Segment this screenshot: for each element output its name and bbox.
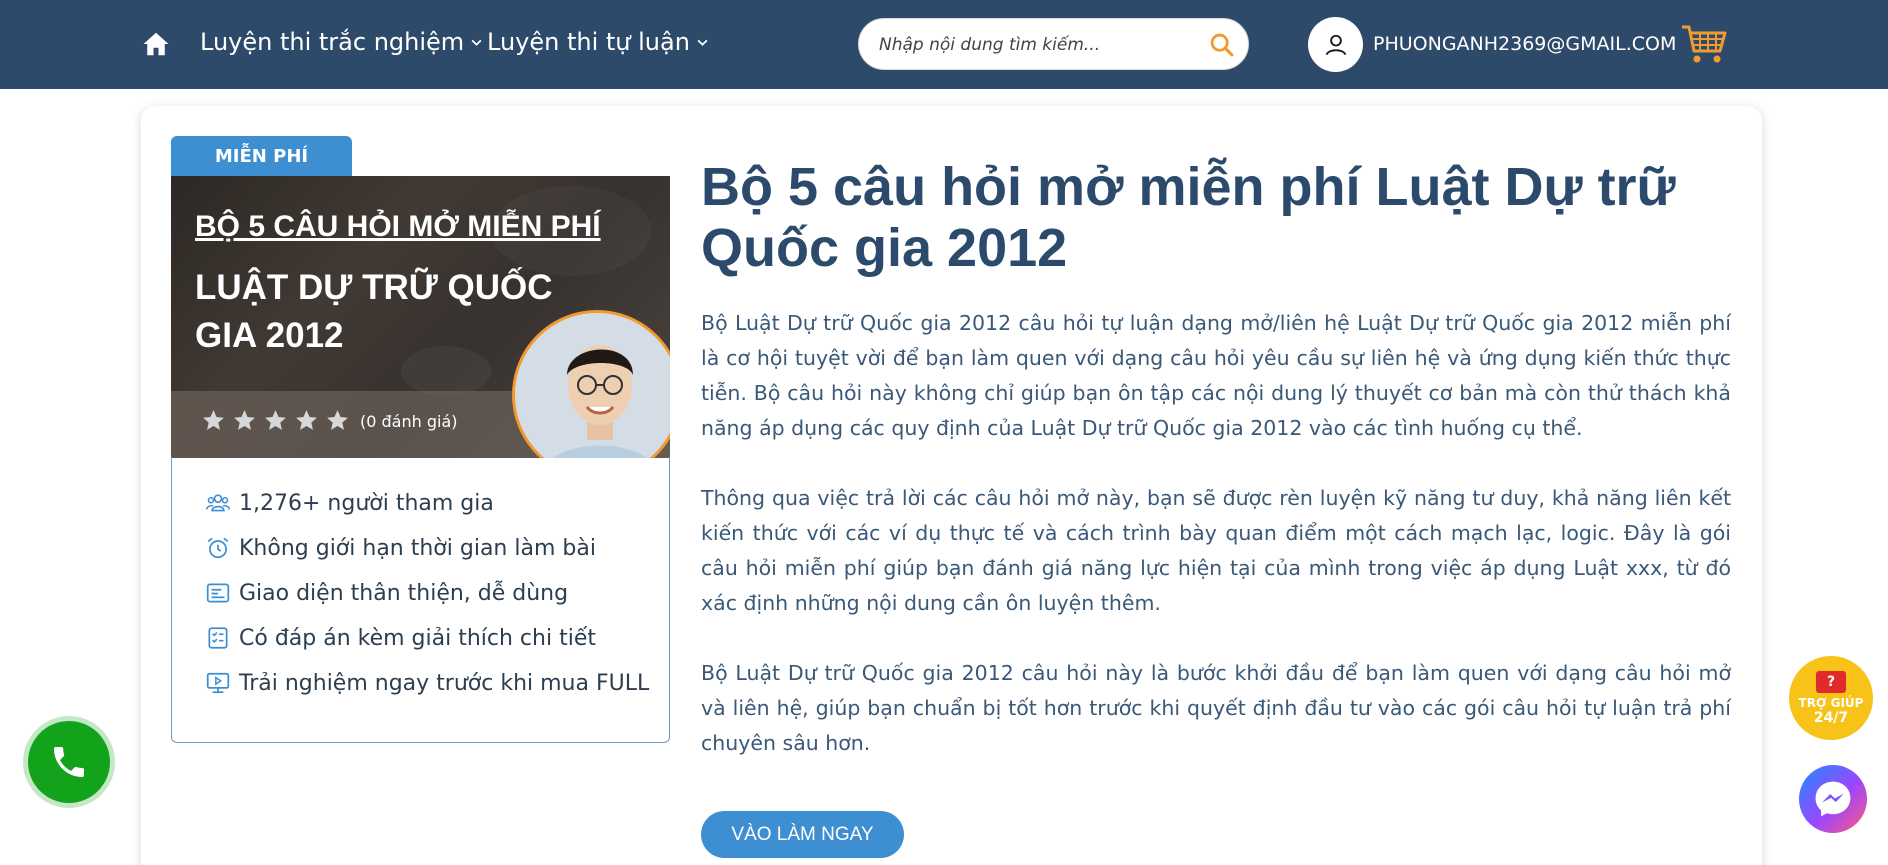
star-icon [234, 410, 255, 430]
description-paragraph: Bộ Luật Dự trữ Quốc gia 2012 câu hỏi này… [701, 661, 1731, 755]
page-title: Bộ 5 câu hỏi mở miễn phí Luật Dự trữ Quố… [701, 157, 1676, 278]
user-avatar-button[interactable] [1308, 17, 1363, 72]
nav-label: Luyện thi trắc nghiệm [200, 28, 465, 56]
feature-label: Có đáp án kèm giải thích chi tiết [239, 625, 596, 651]
banner-title-line1: BỘ 5 CÂU HỎI MỞ MIỄN PHÍ [195, 210, 601, 243]
star-icon [327, 410, 348, 430]
search-icon [1210, 33, 1234, 57]
cart-icon[interactable] [1680, 23, 1728, 65]
nav-luyen-thi-trac-nghiem[interactable]: Luyện thi trắc nghiệm [200, 28, 483, 56]
messenger-icon [1815, 781, 1851, 817]
checklist-icon [208, 627, 228, 649]
screen-play-icon [206, 672, 230, 694]
instructor-portrait [515, 313, 670, 458]
home-icon[interactable] [141, 29, 171, 59]
feature-label: Giao diện thân thiện, dễ dùng [239, 580, 569, 606]
feature-list: 1,276+ người tham gia Không giới hạn thờ… [171, 457, 670, 743]
start-now-button[interactable]: VÀO LÀM NGAY [701, 811, 904, 858]
chevron-down-icon [697, 39, 708, 46]
free-badge: MIỄN PHÍ [171, 136, 352, 177]
search-box [858, 18, 1249, 70]
feature-label: 1,276+ người tham gia [239, 490, 494, 516]
star-icon [203, 410, 224, 430]
help-hours: 24/7 [1813, 709, 1849, 726]
phone-call-button[interactable] [28, 721, 110, 803]
search-input[interactable] [879, 31, 1179, 59]
chevron-down-icon [471, 39, 482, 46]
description-paragraph: Thông qua việc trả lời các câu hỏi mở nà… [701, 486, 1731, 615]
help-24-7-button[interactable]: ? TRỢ GIÚP 24/7 [1789, 656, 1873, 740]
user-icon [1325, 34, 1346, 55]
top-navbar: Luyện thi trắc nghiệm Luyện thi tự luận … [0, 0, 1888, 89]
phone-icon [54, 747, 84, 777]
star-icon [265, 410, 286, 430]
messenger-button[interactable] [1799, 765, 1867, 833]
feature-label: Trải nghiệm ngay trước khi mua FULL [239, 670, 650, 696]
nav-luyen-thi-tu-luan[interactable]: Luyện thi tự luận [487, 28, 709, 56]
product-banner: BỘ 5 CÂU HỎI MỞ MIỄN PHÍ LUẬT DỰ TRỮ QUỐ… [171, 176, 670, 458]
star-rating [201, 408, 350, 433]
feature-no-time-limit: Không giới hạn thời gian làm bài [205, 535, 596, 561]
interface-icon [206, 583, 230, 603]
feature-answers-explained: Có đáp án kèm giải thích chi tiết [205, 625, 596, 651]
help-label: TRỢ GIÚP [1798, 695, 1864, 710]
star-icon [296, 410, 317, 430]
help-icon: ? [1816, 670, 1846, 693]
users-icon [205, 494, 231, 512]
nav-label: Luyện thi tự luận [487, 28, 690, 56]
description-paragraph: Bộ Luật Dự trữ Quốc gia 2012 câu hỏi tự … [701, 311, 1731, 440]
user-email-link[interactable]: PHUONGANH2369@GMAIL.COM [1373, 33, 1676, 55]
feature-participants: 1,276+ người tham gia [205, 490, 494, 516]
search-button[interactable] [1199, 22, 1245, 68]
rating-count: (0 đánh giá) [360, 412, 458, 431]
feature-friendly-ui: Giao diện thân thiện, dễ dùng [205, 580, 568, 606]
alarm-clock-icon [207, 537, 229, 559]
feature-label: Không giới hạn thời gian làm bài [239, 535, 596, 561]
feature-try-before-buy: Trải nghiệm ngay trước khi mua FULL [205, 670, 649, 696]
